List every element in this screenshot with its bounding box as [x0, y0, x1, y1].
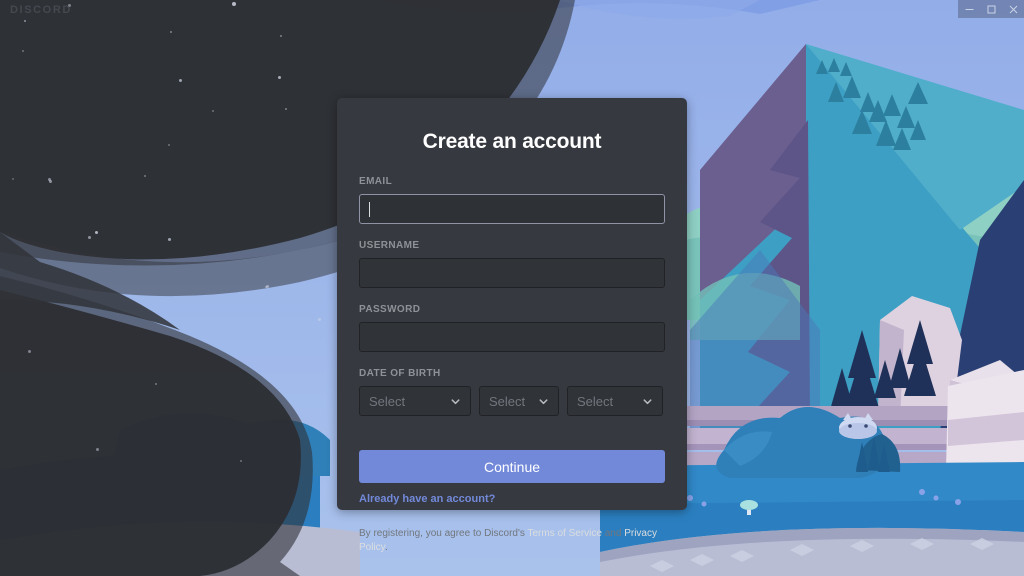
terms-of-service-link[interactable]: Terms of Service — [527, 528, 601, 539]
password-input[interactable] — [359, 322, 665, 352]
email-field-group: EMAIL — [359, 176, 665, 224]
minimize-icon — [965, 8, 973, 10]
username-label: USERNAME — [359, 240, 420, 251]
dob-day-select[interactable]: Select — [479, 386, 559, 416]
maximize-button[interactable] — [980, 0, 1002, 18]
page-title: Create an account — [422, 130, 602, 153]
window-titlebar — [958, 0, 1024, 18]
email-label: EMAIL — [359, 176, 393, 187]
discord-registration-window: DISCORD Create an account EMAIL USERNAME… — [0, 0, 1024, 576]
dob-day-value: Select — [489, 393, 526, 409]
chevron-down-icon — [450, 396, 461, 407]
legal-conjunction: and — [601, 528, 625, 539]
dob-month-value: Select — [369, 393, 406, 409]
legal-suffix: . — [384, 542, 388, 553]
close-icon — [1009, 5, 1017, 13]
email-input[interactable] — [359, 194, 665, 224]
chevron-down-icon — [538, 396, 549, 407]
discord-wordmark: DISCORD — [10, 4, 72, 16]
already-have-account-link[interactable]: Already have an account? — [359, 493, 665, 505]
text-caret — [369, 202, 370, 217]
dob-month-select[interactable]: Select — [359, 386, 471, 416]
create-account-modal: Create an account EMAIL USERNAME PASSWOR… — [337, 98, 687, 553]
username-input[interactable] — [359, 258, 665, 288]
continue-button[interactable]: Continue — [359, 450, 665, 483]
date-of-birth-label: DATE OF BIRTH — [359, 368, 441, 379]
close-button[interactable] — [1002, 0, 1024, 18]
legal-prefix: By registering, you agree to Discord's — [359, 528, 528, 539]
username-field-group: USERNAME — [359, 240, 665, 288]
dob-year-value: Select — [577, 393, 614, 409]
date-of-birth-group: DATE OF BIRTH Select Select Select — [359, 368, 665, 416]
password-label: PASSWORD — [359, 304, 421, 315]
password-field-group: PASSWORD — [359, 304, 665, 352]
maximize-icon — [987, 5, 995, 13]
legal-notice: By registering, you agree to Discord's T… — [359, 527, 665, 555]
chevron-down-icon — [642, 396, 653, 407]
minimize-button[interactable] — [958, 0, 980, 18]
dob-year-select[interactable]: Select — [567, 386, 663, 416]
